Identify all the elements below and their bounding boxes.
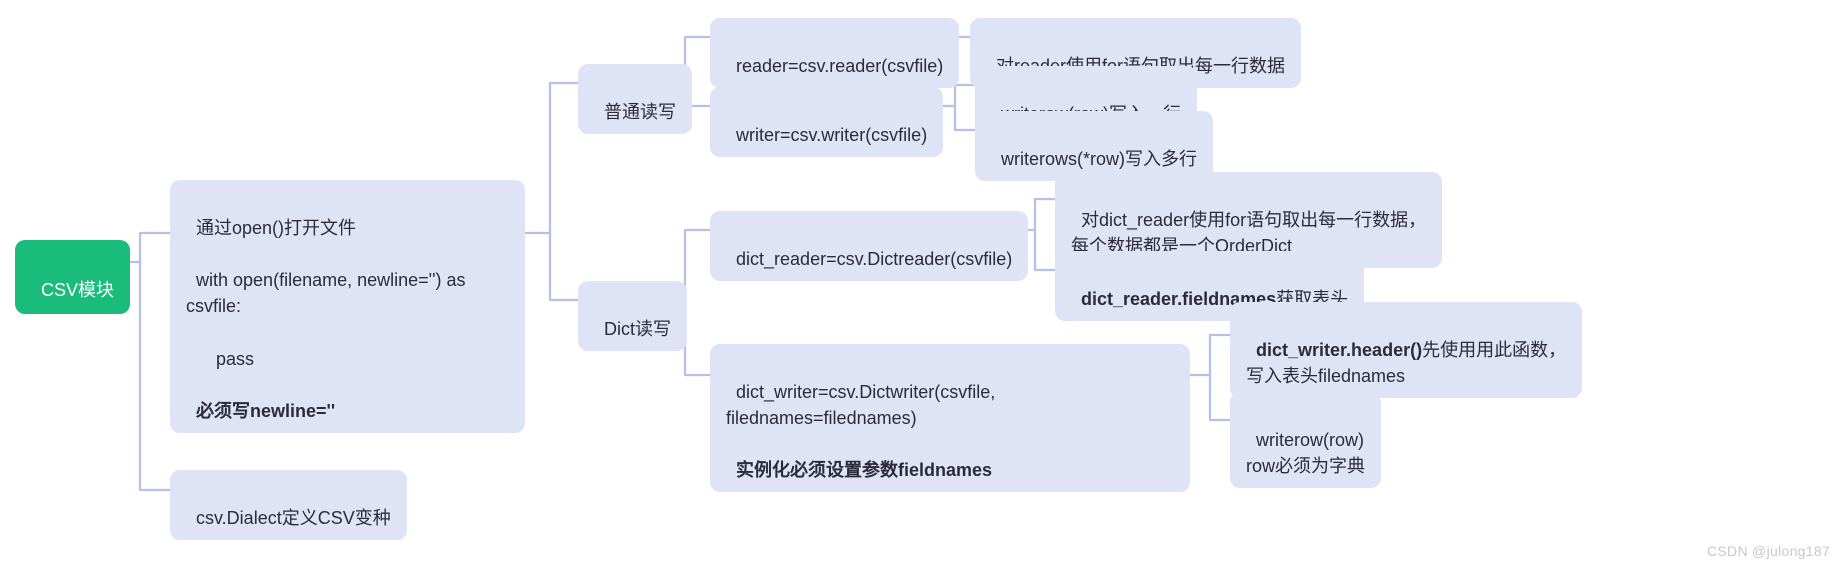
writer-node[interactable]: writer=csv.writer(csvfile) bbox=[710, 87, 943, 157]
root-node[interactable]: CSV模块 bbox=[15, 240, 130, 314]
open-block-node[interactable]: 通过open()打开文件 with open(filename, newline… bbox=[170, 180, 525, 433]
reader-label: reader=csv.reader(csvfile) bbox=[736, 56, 943, 76]
writerows-node[interactable]: writerows(*row)写入多行 bbox=[975, 111, 1213, 181]
normal-rw-node[interactable]: 普通读写 bbox=[578, 64, 692, 134]
dict-writer-node[interactable]: dict_writer=csv.Dictwriter(csvfile, file… bbox=[710, 344, 1190, 492]
root-label: CSV模块 bbox=[41, 280, 114, 300]
open-line1: 通过open()打开文件 bbox=[196, 218, 356, 238]
watermark: CSDN @julong187 bbox=[1707, 543, 1830, 559]
dict-writer-header-node[interactable]: dict_writer.header()先使用用此函数， 写入表头filedna… bbox=[1230, 302, 1582, 398]
dialect-label: csv.Dialect定义CSV变种 bbox=[196, 508, 391, 528]
dialect-node[interactable]: csv.Dialect定义CSV变种 bbox=[170, 470, 407, 540]
dict-writer-row-node[interactable]: writerow(row) row必须为字典 bbox=[1230, 392, 1381, 488]
dict-writer-row-label: writerow(row) row必须为字典 bbox=[1246, 430, 1365, 476]
open-line3: pass bbox=[196, 349, 254, 369]
dict-rw-node[interactable]: Dict读写 bbox=[578, 281, 687, 351]
dict-rw-label: Dict读写 bbox=[604, 319, 671, 339]
normal-rw-label: 普通读写 bbox=[604, 102, 676, 122]
dict-reader-note-label: 对dict_reader使用for语句取出每一行数据， 每个数据都是一个Orde… bbox=[1071, 210, 1426, 256]
dict-reader-label: dict_reader=csv.Dictreader(csvfile) bbox=[736, 249, 1012, 269]
dict-reader-node[interactable]: dict_reader=csv.Dictreader(csvfile) bbox=[710, 211, 1028, 281]
open-line4: 必须写newline='' bbox=[196, 401, 335, 421]
open-line2: with open(filename, newline='') as csvfi… bbox=[186, 270, 471, 316]
dict-writer-line1: dict_writer=csv.Dictwriter(csvfile, file… bbox=[726, 382, 1000, 428]
dict-writer-line2: 实例化必须设置参数fieldnames bbox=[736, 460, 992, 480]
reader-node[interactable]: reader=csv.reader(csvfile) bbox=[710, 18, 959, 88]
dict-writer-header-bold: dict_writer.header() bbox=[1256, 340, 1422, 360]
writerows-label: writerows(*row)写入多行 bbox=[1001, 149, 1197, 169]
writer-label: writer=csv.writer(csvfile) bbox=[736, 125, 927, 145]
